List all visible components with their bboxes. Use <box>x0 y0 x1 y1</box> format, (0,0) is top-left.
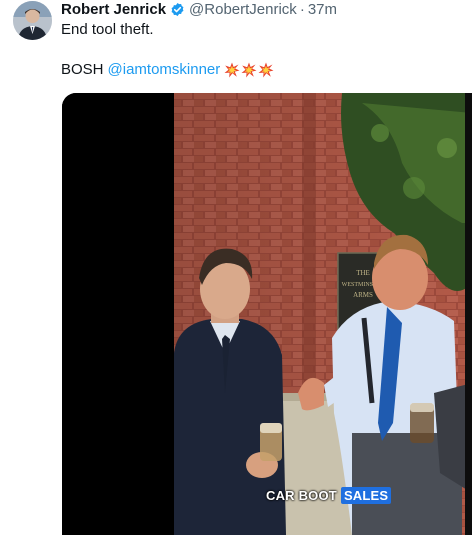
timestamp[interactable]: 37m <box>308 1 337 18</box>
author-handle[interactable]: @RobertJenrick <box>189 1 297 18</box>
tweet-text-line2: BOSH @iamtomskinner <box>61 61 274 78</box>
collision-emoji-icon <box>241 62 257 77</box>
tweet-header: Robert Jenrick @RobertJenrick · 37m <box>61 0 337 18</box>
collision-emoji-icon <box>224 62 240 77</box>
tweet-text-prefix: BOSH <box>61 61 104 78</box>
mention-link[interactable]: @iamtomskinner <box>108 61 221 78</box>
sign-line1: THE <box>356 269 370 277</box>
tweet-text-line1: End tool theft. <box>61 21 154 38</box>
collision-emoji-icon <box>258 62 274 77</box>
emoji-group <box>224 62 274 78</box>
avatar[interactable] <box>13 1 52 40</box>
video-scene: THE WESTMINSTER ARMS <box>174 93 472 535</box>
caption-text: CAR BOOT <box>266 488 337 503</box>
author-name[interactable]: Robert Jenrick <box>61 1 166 18</box>
verified-badge-icon <box>171 2 184 16</box>
video-player[interactable]: THE WESTMINSTER ARMS CAR BOOT SALES <box>62 93 472 535</box>
caption-highlight: SALES <box>340 487 392 504</box>
video-frame: THE WESTMINSTER ARMS <box>62 93 472 535</box>
sign-line3: ARMS <box>353 291 373 299</box>
video-caption: CAR BOOT SALES <box>266 487 392 504</box>
avatar-image <box>13 1 52 40</box>
separator: · <box>299 0 305 18</box>
